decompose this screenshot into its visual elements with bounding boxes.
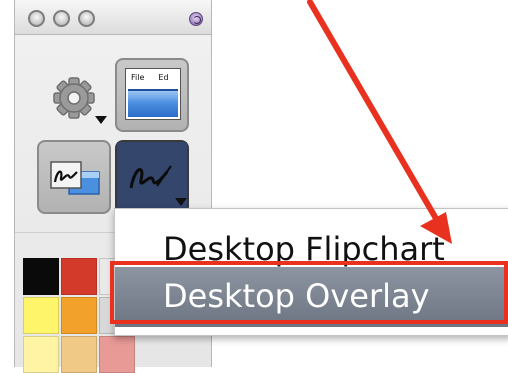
annotation-arrow	[307, 0, 452, 244]
